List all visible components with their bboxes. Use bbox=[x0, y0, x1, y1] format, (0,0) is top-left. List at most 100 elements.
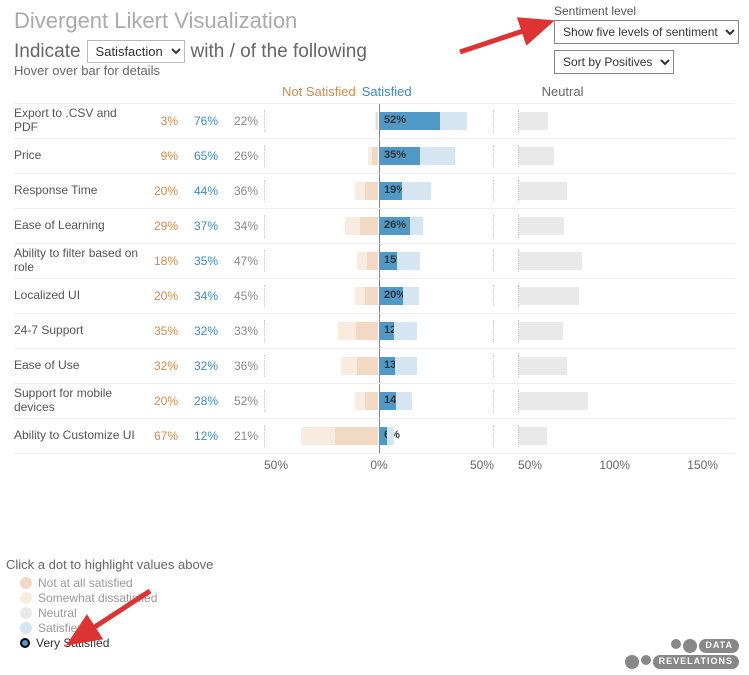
pct-negative: 67% bbox=[144, 429, 184, 443]
subtitle-suffix: with / of the following bbox=[191, 41, 367, 63]
axis-row: 50% 0% 50% 50% 100% 150% bbox=[14, 454, 735, 476]
pct-neutral: 45% bbox=[224, 289, 264, 303]
pct-negative: 20% bbox=[144, 394, 184, 408]
legend-item[interactable]: Satisfied bbox=[20, 621, 213, 635]
neutral-bar[interactable] bbox=[518, 425, 718, 447]
table-row[interactable]: 24-7 Support35%32%33%12% bbox=[14, 314, 735, 349]
pct-negative: 32% bbox=[144, 359, 184, 373]
axis-divergent: 50% 0% 50% bbox=[264, 458, 494, 472]
axis-neutral: 50% 100% 150% bbox=[518, 458, 718, 472]
legend-dot-icon bbox=[20, 577, 32, 589]
legend-label: Satisfied bbox=[38, 621, 84, 635]
header-neutral: Neutral bbox=[542, 84, 584, 99]
legend-item[interactable]: Very Satisfied bbox=[20, 636, 213, 650]
legend-label: Somewhat dissatisfied bbox=[38, 591, 157, 605]
row-label: Ease of Learning bbox=[14, 219, 144, 233]
pct-positive: 32% bbox=[184, 324, 224, 338]
legend-block: Click a dot to highlight values above No… bbox=[0, 549, 213, 651]
table-row[interactable]: Support for mobile devices20%28%52%14% bbox=[14, 384, 735, 419]
divergent-bar[interactable]: 13% bbox=[264, 355, 494, 377]
chart-rows: Export to .CSV and PDF3%76%22%52%Price9%… bbox=[14, 103, 735, 454]
subtitle-prefix: Indicate bbox=[14, 41, 81, 63]
pct-positive: 65% bbox=[184, 149, 224, 163]
row-label: Support for mobile devices bbox=[14, 387, 144, 415]
pct-neutral: 52% bbox=[224, 394, 264, 408]
pct-neutral: 22% bbox=[224, 114, 264, 128]
indicator-select[interactable]: Satisfaction bbox=[87, 40, 185, 63]
controls-panel: Sentiment level Show five levels of sent… bbox=[554, 4, 739, 80]
legend-label: Neutral bbox=[38, 606, 77, 620]
pct-negative: 18% bbox=[144, 254, 184, 268]
neutral-bar[interactable] bbox=[518, 145, 718, 167]
neutral-bar[interactable] bbox=[518, 180, 718, 202]
row-label: Response Time bbox=[14, 184, 144, 198]
row-label: Ability to Customize UI bbox=[14, 429, 144, 443]
divergent-bar[interactable]: 15% bbox=[264, 250, 494, 272]
pct-positive: 37% bbox=[184, 219, 224, 233]
viz-container: Divergent Likert Visualization Sentiment… bbox=[0, 0, 749, 675]
legend-dot-icon bbox=[20, 607, 32, 619]
divergent-bar[interactable]: 26% bbox=[264, 215, 494, 237]
pct-neutral: 36% bbox=[224, 359, 264, 373]
row-label: Localized UI bbox=[14, 289, 144, 303]
pct-positive: 35% bbox=[184, 254, 224, 268]
row-label: Price bbox=[14, 149, 144, 163]
pct-neutral: 21% bbox=[224, 429, 264, 443]
pct-negative: 35% bbox=[144, 324, 184, 338]
table-row[interactable]: Price9%65%26%35% bbox=[14, 139, 735, 174]
divergent-bar[interactable]: 6% bbox=[264, 425, 494, 447]
table-row[interactable]: Ease of Learning29%37%34%26% bbox=[14, 209, 735, 244]
sentiment-label: Sentiment level bbox=[554, 4, 739, 18]
divergent-bar[interactable]: 52% bbox=[264, 110, 494, 132]
pct-neutral: 26% bbox=[224, 149, 264, 163]
column-headers: Not Satisfied Satisfied Neutral bbox=[14, 84, 735, 99]
sort-select[interactable]: Sort by Positives bbox=[554, 50, 674, 74]
neutral-bar[interactable] bbox=[518, 110, 718, 132]
neutral-bar[interactable] bbox=[518, 320, 718, 342]
legend-item[interactable]: Neutral bbox=[20, 606, 213, 620]
row-label: 24-7 Support bbox=[14, 324, 144, 338]
legend-item[interactable]: Somewhat dissatisfied bbox=[20, 591, 213, 605]
chart-area: Not Satisfied Satisfied Neutral Export t… bbox=[0, 78, 749, 476]
divergent-bar[interactable]: 12% bbox=[264, 320, 494, 342]
table-row[interactable]: Ability to filter based on role18%35%47%… bbox=[14, 244, 735, 279]
legend-dot-icon bbox=[20, 638, 30, 648]
neutral-bar[interactable] bbox=[518, 215, 718, 237]
row-label: Ability to filter based on role bbox=[14, 247, 144, 275]
pct-positive: 28% bbox=[184, 394, 224, 408]
legend-title: Click a dot to highlight values above bbox=[6, 557, 213, 572]
pct-positive: 44% bbox=[184, 184, 224, 198]
pct-positive: 32% bbox=[184, 359, 224, 373]
pct-neutral: 33% bbox=[224, 324, 264, 338]
brand-logo: DATA REVELATIONS bbox=[625, 639, 739, 669]
table-row[interactable]: Export to .CSV and PDF3%76%22%52% bbox=[14, 104, 735, 139]
table-row[interactable]: Response Time20%44%36%19% bbox=[14, 174, 735, 209]
neutral-bar[interactable] bbox=[518, 390, 718, 412]
pct-positive: 34% bbox=[184, 289, 224, 303]
neutral-bar[interactable] bbox=[518, 355, 718, 377]
pct-negative: 20% bbox=[144, 184, 184, 198]
legend-dot-icon bbox=[20, 592, 32, 604]
neutral-bar[interactable] bbox=[518, 285, 718, 307]
divergent-bar[interactable]: 14% bbox=[264, 390, 494, 412]
table-row[interactable]: Ease of Use32%32%36%13% bbox=[14, 349, 735, 384]
row-label: Export to .CSV and PDF bbox=[14, 107, 144, 135]
legend-label: Very Satisfied bbox=[36, 636, 109, 650]
legend-label: Not at all satisfied bbox=[38, 576, 133, 590]
legend-item[interactable]: Not at all satisfied bbox=[20, 576, 213, 590]
pct-neutral: 34% bbox=[224, 219, 264, 233]
pct-negative: 20% bbox=[144, 289, 184, 303]
divergent-bar[interactable]: 19% bbox=[264, 180, 494, 202]
legend-dot-icon bbox=[20, 622, 32, 634]
pct-neutral: 36% bbox=[224, 184, 264, 198]
sentiment-select[interactable]: Show five levels of sentiment bbox=[554, 20, 739, 44]
header-not-satisfied: Not Satisfied bbox=[282, 84, 356, 99]
table-row[interactable]: Ability to Customize UI67%12%21%6% bbox=[14, 419, 735, 454]
pct-negative: 3% bbox=[144, 114, 184, 128]
table-row[interactable]: Localized UI20%34%45%20% bbox=[14, 279, 735, 314]
pct-negative: 29% bbox=[144, 219, 184, 233]
divergent-bar[interactable]: 20% bbox=[264, 285, 494, 307]
divergent-bar[interactable]: 35% bbox=[264, 145, 494, 167]
neutral-bar[interactable] bbox=[518, 250, 718, 272]
pct-positive: 76% bbox=[184, 114, 224, 128]
